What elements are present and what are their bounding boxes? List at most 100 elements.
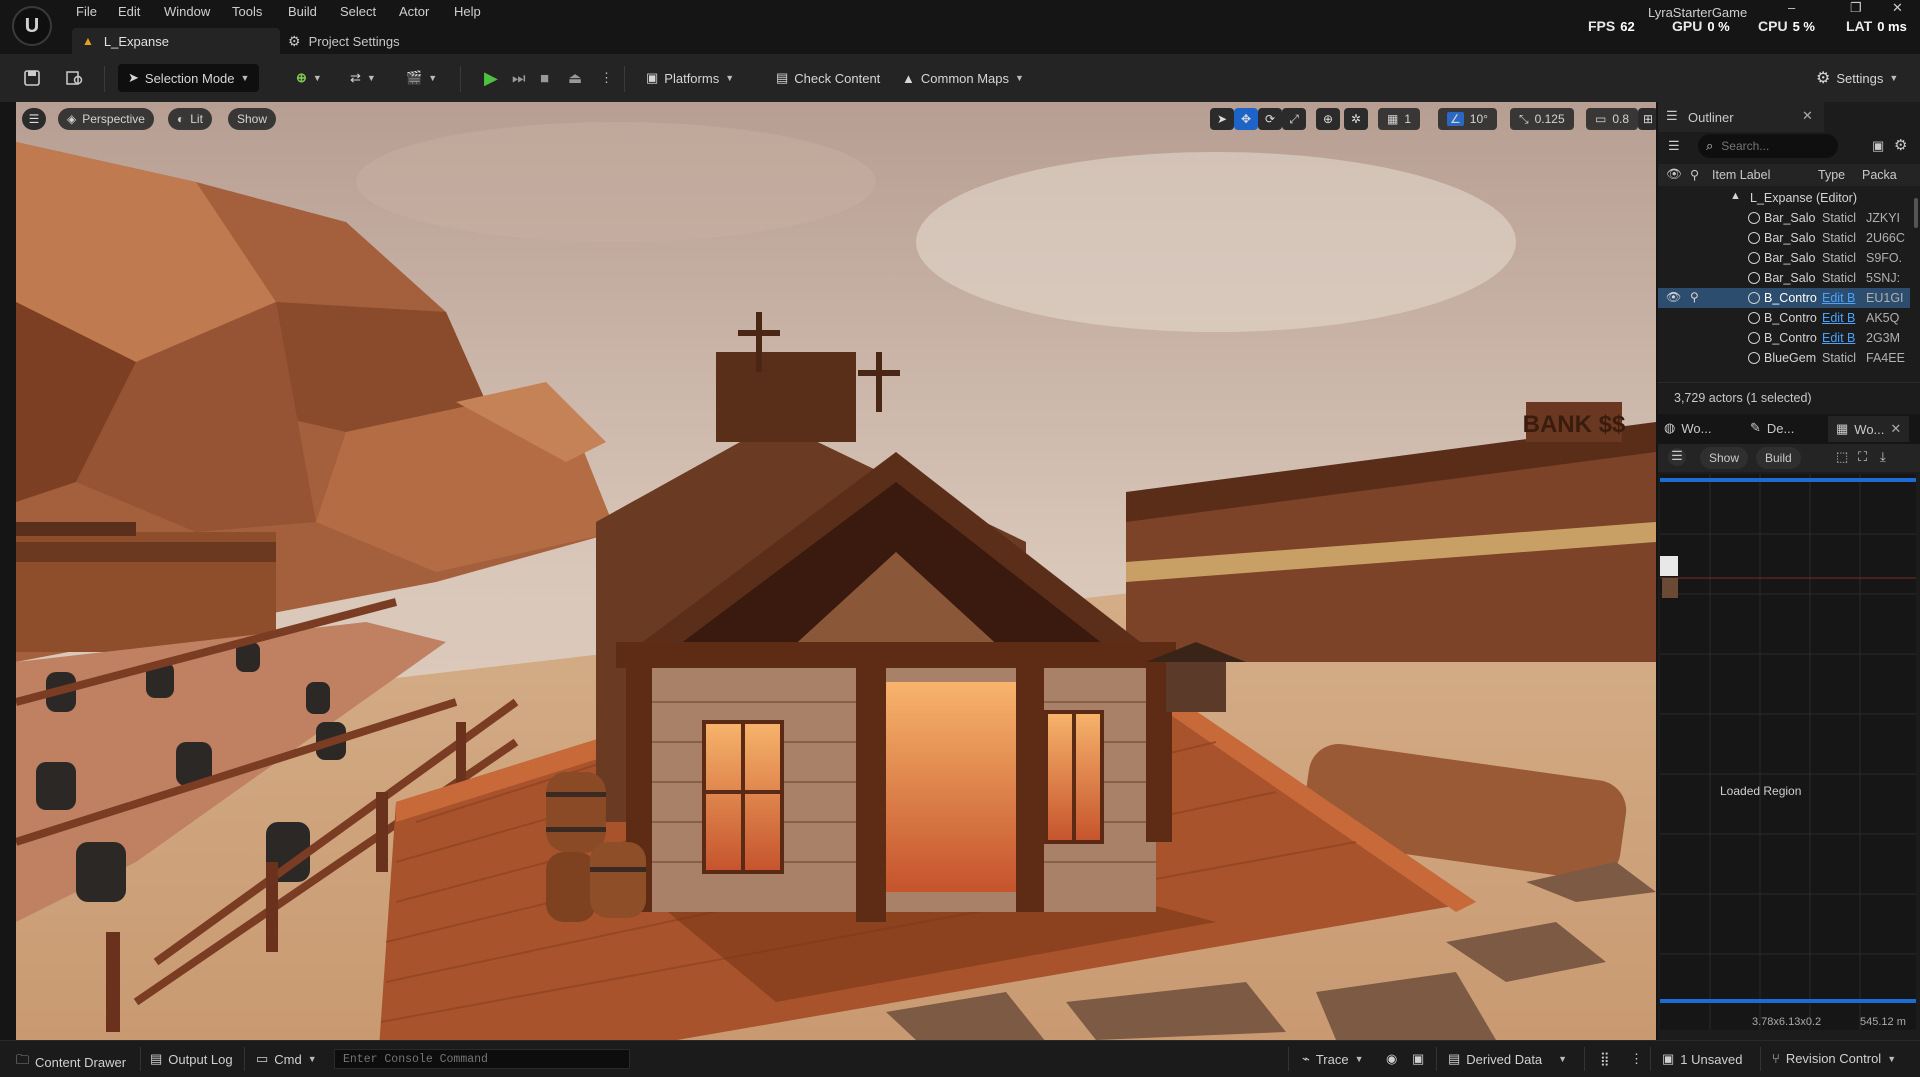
menu-icon[interactable]: ☰ — [1668, 448, 1686, 466]
scale-tool-icon[interactable]: ⤢ — [1282, 108, 1306, 130]
close-window-button[interactable]: ✕ — [1892, 0, 1903, 16]
outliner-row[interactable]: Bar_Salo Staticl 5SNJ: — [1658, 268, 1910, 288]
show-button[interactable]: Show — [1700, 447, 1749, 469]
menu-window[interactable]: Window — [164, 4, 210, 19]
menu-actor[interactable]: Actor — [399, 4, 429, 19]
tab-label: Wo... — [1681, 420, 1712, 436]
play-options-icon[interactable]: ⋮ — [600, 66, 613, 90]
world-partition-minimap[interactable]: Loaded Region — [1660, 474, 1916, 1030]
outliner-tab[interactable]: ☰ Outliner ✕ — [1658, 102, 1824, 134]
scale-snap-button[interactable]: ⤡ 0.125 — [1510, 108, 1574, 130]
stop-button[interactable]: ■ — [540, 66, 549, 90]
settings-button[interactable]: ⚙ Settings ▼ — [1816, 66, 1898, 90]
add-actor-button[interactable]: ⊕ ▼ — [296, 66, 322, 90]
col-item-label[interactable]: Item Label — [1712, 168, 1770, 182]
outliner-row[interactable]: Bar_Salo Staticl JZKYI — [1658, 208, 1910, 228]
blueprint-button[interactable]: ⇄ ▼ — [350, 66, 376, 90]
outliner-row[interactable]: B_Contro Edit B AK5Q — [1658, 308, 1910, 328]
outliner-row[interactable]: Bar_Salo Staticl S9FO. — [1658, 248, 1910, 268]
restore-button[interactable]: ❐ — [1850, 0, 1862, 16]
outliner-scrollbar[interactable] — [1914, 198, 1918, 228]
row-type-link[interactable]: Edit B — [1822, 331, 1858, 345]
close-icon[interactable]: ✕ — [1802, 108, 1813, 124]
focus-icon[interactable]: ⛶ — [1858, 449, 1867, 465]
menu-edit[interactable]: Edit — [118, 4, 140, 19]
trace-dropdown[interactable]: ⌁ Trace ▼ — [1302, 1051, 1364, 1067]
unreal-logo-icon[interactable]: U — [12, 6, 52, 46]
add-folder-icon[interactable]: ▣ — [1872, 138, 1884, 154]
select-region-icon[interactable]: ⬚ — [1836, 449, 1848, 465]
close-icon[interactable]: ✕ — [1890, 421, 1901, 437]
more-options-icon[interactable]: ⋮ — [1630, 1051, 1643, 1067]
menu-help[interactable]: Help — [454, 4, 481, 19]
tab-project-settings[interactable]: ⚙ Project Settings — [288, 28, 400, 54]
selection-mode-dropdown[interactable]: ➤ Selection Mode ▼ — [118, 64, 260, 92]
screenshot-icon[interactable]: ▣ — [1412, 1051, 1424, 1067]
tab-details[interactable]: ✎ De... — [1750, 420, 1794, 436]
rotate-tool-icon[interactable]: ⟳ — [1258, 108, 1282, 130]
minimize-button[interactable]: – — [1788, 0, 1795, 15]
trace-label: Trace — [1315, 1051, 1349, 1067]
gear-icon[interactable]: ⚙ — [1894, 136, 1907, 154]
level-viewport[interactable]: BANK $$ ☰ ◈ Perspective ◐ Lit Show ➤ ✥ ⟳… — [16, 102, 1656, 1040]
common-maps-button[interactable]: ▲ Common Maps ▼ — [902, 66, 1024, 90]
outliner-root-row[interactable]: ▲ L_Expanse (Editor) — [1658, 188, 1910, 208]
tab-world-settings[interactable]: ◍ Wo... — [1664, 420, 1711, 436]
grid-snap-button[interactable]: ▦ 1 — [1378, 108, 1421, 130]
output-log-button[interactable]: ▤ Output Log — [150, 1051, 233, 1067]
check-content-icon: ▤ — [776, 70, 789, 85]
menu-select[interactable]: Select — [340, 4, 376, 19]
play-button[interactable]: ▶ — [484, 66, 498, 90]
browse-icon[interactable] — [66, 66, 84, 90]
filter-icon[interactable]: ☰ — [1668, 138, 1680, 154]
content-drawer-button[interactable]: 🗀 Content Drawer — [16, 1051, 126, 1073]
revision-control-dropdown[interactable]: ⑂ Revision Control ▼ — [1772, 1051, 1896, 1066]
selection-mode-label: Selection Mode — [144, 70, 235, 86]
notifications-icon[interactable]: ⣿ — [1600, 1051, 1610, 1067]
outliner-row[interactable]: BlueGem Staticl FA4EE — [1658, 348, 1910, 368]
snap-icon[interactable]: ⤓ — [1880, 449, 1886, 465]
pin-icon[interactable]: ⚲ — [1690, 167, 1699, 182]
col-type[interactable]: Type — [1818, 168, 1845, 182]
cmd-dropdown[interactable]: ▭ Cmd ▼ — [256, 1051, 317, 1067]
step-button[interactable]: ⏭ — [512, 66, 526, 90]
cinematics-button[interactable]: 🎬 ▼ — [406, 66, 437, 90]
rotation-snap-button[interactable]: ∠ 10° — [1438, 108, 1497, 130]
outliner-row[interactable]: Bar_Salo Staticl 2U66C — [1658, 228, 1910, 248]
tab-level[interactable]: ▲ L_Expanse — [72, 28, 280, 54]
build-button[interactable]: Build — [1756, 447, 1801, 469]
viewport-menu-icon[interactable]: ☰ — [22, 108, 46, 130]
search-input[interactable] — [1719, 138, 1814, 154]
visibility-icon[interactable]: 👁 — [1666, 167, 1682, 182]
save-icon[interactable] — [24, 66, 40, 90]
eject-button[interactable]: ⏏ — [568, 66, 582, 90]
outliner-row[interactable]: B_Contro Edit B 2G3M — [1658, 328, 1910, 348]
pin-icon[interactable]: ⚲ — [1690, 290, 1699, 304]
camera-speed-button[interactable]: ▭ 0.8 — [1586, 108, 1639, 130]
menu-file[interactable]: File — [76, 4, 97, 19]
col-package[interactable]: Packa — [1862, 168, 1897, 182]
record-icon[interactable]: ◉ — [1386, 1051, 1397, 1067]
surface-snap-icon[interactable]: ✲ — [1344, 108, 1368, 130]
platforms-button[interactable]: ▣ Platforms ▼ — [646, 66, 734, 90]
derived-data-dropdown[interactable]: ▤ Derived Data ▼ — [1448, 1051, 1567, 1067]
menu-tools[interactable]: Tools — [232, 4, 262, 19]
translate-tool-icon[interactable]: ✥ — [1234, 108, 1258, 130]
unsaved-button[interactable]: ▣ 1 Unsaved — [1662, 1051, 1742, 1067]
status-divider — [1584, 1047, 1585, 1071]
select-tool-icon[interactable]: ➤ — [1210, 108, 1234, 130]
check-content-button[interactable]: ▤ Check Content — [776, 66, 880, 90]
menu-build[interactable]: Build — [288, 4, 317, 19]
world-local-icon[interactable]: ⊕ — [1316, 108, 1340, 130]
tab-world-partition[interactable]: ▦ Wo... ✕ — [1828, 416, 1910, 442]
lit-button[interactable]: ◐ Lit — [168, 108, 212, 130]
maximize-viewport-icon[interactable]: ⊞ — [1638, 108, 1656, 130]
perspective-button[interactable]: ◈ Perspective — [58, 108, 154, 130]
visibility-icon[interactable]: 👁 — [1666, 290, 1681, 304]
row-type-link[interactable]: Edit B — [1822, 311, 1858, 325]
outliner-search[interactable]: ⌕ — [1698, 134, 1838, 158]
console-input[interactable] — [334, 1049, 630, 1069]
row-type-link[interactable]: Edit B — [1822, 291, 1858, 305]
outliner-row-selected[interactable]: 👁 ⚲ B_Contro Edit B EU1GI — [1658, 288, 1910, 308]
show-button[interactable]: Show — [228, 108, 277, 130]
